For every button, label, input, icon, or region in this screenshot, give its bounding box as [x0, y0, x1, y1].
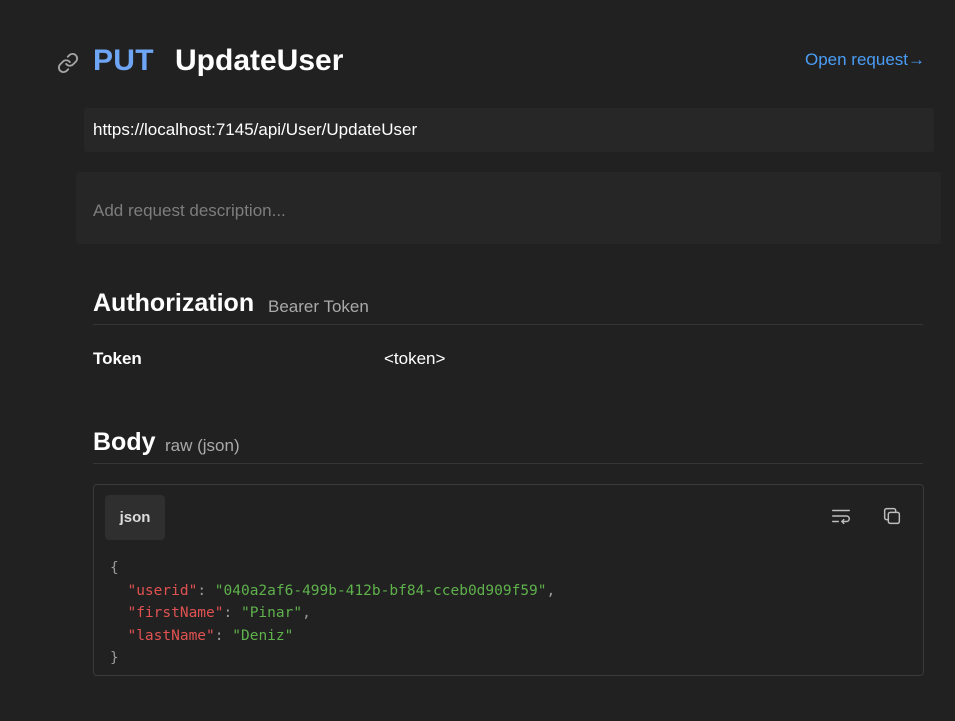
http-method: PUT — [93, 44, 154, 77]
json-line-firstname: "firstName": "Pinar", — [127, 605, 311, 621]
authorization-divider — [93, 324, 923, 325]
authorization-type: Bearer Token — [268, 297, 369, 316]
json-code: { "userid": "040a2af6-499b-412b-bf84-cce… — [110, 557, 555, 670]
body-mode: raw (json) — [165, 436, 240, 455]
json-value: "Deniz" — [232, 627, 294, 644]
description-placeholder: Add request description... — [93, 201, 286, 220]
json-value: "Pinar" — [240, 605, 303, 621]
auth-token-key: Token — [93, 349, 142, 368]
close-brace: } — [110, 650, 119, 666]
json-value: "040a2af6-499b-412b-bf84-cceb0d909f59" — [214, 582, 547, 599]
json-line-userid: "userid": "040a2af6-499b-412b-bf84-cceb0… — [127, 582, 556, 599]
link-icon[interactable] — [57, 52, 79, 74]
json-key: "lastName" — [127, 627, 215, 644]
open-brace: { — [110, 560, 119, 576]
authorization-title: Authorization — [93, 289, 255, 317]
wrap-lines-icon[interactable] — [830, 505, 852, 527]
code-block: json { "userid": "040a2af6-499b-412b-bf8… — [93, 484, 924, 676]
url-bar: https://localhost:7145/api/User/UpdateUs… — [84, 108, 934, 152]
json-key: "userid" — [127, 582, 198, 599]
request-url: https://localhost:7145/api/User/UpdateUs… — [93, 120, 418, 139]
open-request-link[interactable]: Open request→ — [805, 50, 925, 70]
body-divider — [93, 463, 923, 464]
request-documentation: PUT UpdateUser Open request→ https://loc… — [0, 0, 955, 721]
description-field[interactable]: Add request description... — [76, 172, 941, 244]
json-key: "firstName" — [127, 605, 224, 621]
language-badge[interactable]: json — [105, 495, 165, 540]
json-line-lastname: "lastName": "Deniz" — [127, 627, 294, 644]
auth-token-value: <token> — [384, 349, 446, 368]
copy-icon[interactable] — [881, 505, 903, 527]
body-title: Body — [93, 428, 156, 456]
request-name: UpdateUser — [175, 44, 344, 77]
